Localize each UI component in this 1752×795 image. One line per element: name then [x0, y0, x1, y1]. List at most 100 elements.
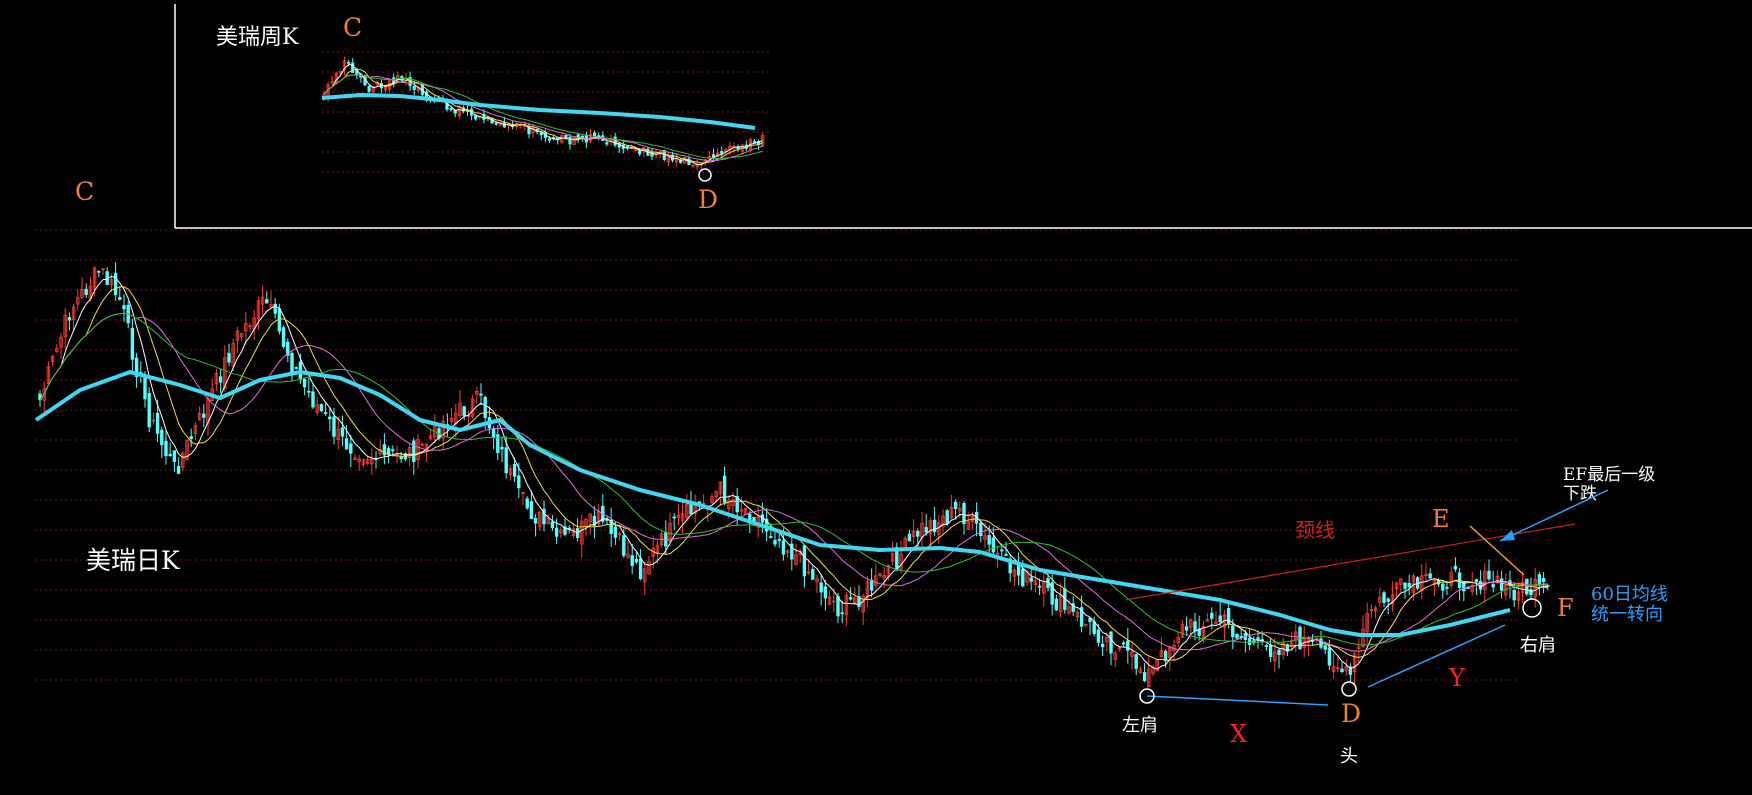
candle-down: [1210, 612, 1214, 619]
ma30-line: [39, 312, 1548, 646]
candle-down: [1126, 640, 1130, 651]
candle-down: [1029, 577, 1033, 582]
candle-down: [176, 466, 181, 474]
candle-down: [554, 527, 559, 537]
right-shoulder-marker: [1522, 598, 1542, 618]
candle-down: [97, 270, 101, 273]
candle-down: [307, 390, 311, 393]
candle-down: [1193, 621, 1197, 632]
x-label: X: [1230, 720, 1247, 748]
candle-down: [840, 612, 844, 615]
candle-down: [1277, 649, 1281, 655]
candle-down: [67, 316, 72, 321]
left-shoulder-label: 左肩: [1122, 715, 1158, 736]
candle-down: [1235, 633, 1239, 639]
candle-down: [168, 454, 172, 456]
candle-down: [953, 501, 958, 510]
candle-down: [987, 535, 991, 545]
candle-down: [1226, 608, 1231, 625]
candle-down: [1096, 629, 1101, 643]
candle-down: [517, 475, 521, 489]
candle-down: [512, 463, 517, 477]
candle-down: [265, 299, 269, 304]
candle-down: [1445, 586, 1449, 589]
candle-down: [907, 533, 912, 542]
candle-down: [1037, 585, 1042, 588]
candle-down: [122, 305, 126, 310]
candle-down: [349, 443, 353, 454]
candle-down: [412, 440, 416, 462]
candle-down: [1264, 645, 1269, 647]
candle-down: [500, 446, 504, 450]
candle-down: [118, 296, 122, 300]
candle-down: [1474, 579, 1479, 582]
candle-down: [1004, 554, 1008, 557]
head-point-label: D: [1341, 699, 1361, 728]
weekly-low-marker: [698, 168, 712, 182]
candle-down: [1499, 578, 1504, 591]
candle-down: [823, 586, 828, 599]
candle-down: [399, 456, 403, 460]
candle-down: [277, 308, 282, 332]
candle-down: [1092, 621, 1096, 634]
candle-down: [1327, 647, 1332, 666]
candle-down: [1407, 583, 1411, 588]
ma10-line: [39, 286, 1548, 661]
candle-down: [130, 327, 135, 360]
candle-down: [84, 288, 88, 295]
e-label: E: [1432, 505, 1450, 533]
candle-down: [1109, 631, 1113, 654]
candle-down: [991, 537, 996, 553]
candle-down: [689, 504, 693, 515]
candle-down: [1121, 642, 1126, 645]
candle-down: [491, 428, 496, 438]
candle-down: [781, 540, 786, 555]
candle-down: [622, 535, 626, 556]
ef-note-line1: EF最后一级: [1563, 465, 1655, 485]
candle-down: [1247, 638, 1252, 646]
candle-down: [281, 327, 286, 347]
weekly-title: 美瑞周K: [216, 25, 299, 50]
candle-down: [155, 413, 160, 434]
candle-down: [720, 151, 724, 154]
ef-arrow-head: [1500, 530, 1515, 541]
candle-down: [819, 582, 823, 593]
ma20-line: [39, 312, 1548, 652]
candle-down: [1529, 589, 1533, 595]
candle-down: [1441, 583, 1445, 591]
candle-down: [525, 498, 529, 509]
candle-down: [752, 141, 757, 143]
candle-down: [1134, 654, 1138, 669]
candle-down: [1453, 565, 1458, 570]
right-shoulder-label: 右肩: [1520, 635, 1556, 656]
ef-note-line2: 下跌: [1563, 484, 1597, 504]
candle-down: [634, 558, 639, 563]
ma-note-line2: 统一转向: [1591, 604, 1663, 625]
candle-down: [147, 392, 151, 428]
candle-down: [979, 522, 983, 537]
candle-down: [302, 378, 307, 388]
daily-candles: [38, 262, 1550, 688]
candle-down: [529, 501, 534, 520]
candle-down: [319, 404, 324, 412]
candle-down: [1323, 645, 1327, 650]
chart-canvas: 美瑞周K C D C 美瑞日K 颈线 左肩 头 右肩 D X Y E F EF最…: [34, 4, 1752, 767]
candle-down: [479, 393, 483, 396]
candle-down: [346, 61, 351, 64]
candle-down: [638, 150, 642, 155]
candle-down: [593, 132, 597, 137]
candle-down: [1231, 625, 1235, 638]
candle-down: [1054, 598, 1059, 611]
candle-down: [547, 138, 552, 141]
head-marker: [1341, 681, 1357, 697]
candle-down: [202, 413, 206, 418]
candle-down: [533, 517, 538, 524]
candle-down: [1541, 578, 1546, 583]
candle-down: [1382, 592, 1386, 603]
candle-down: [391, 449, 395, 452]
candle-down: [613, 526, 618, 538]
candle-down: [1512, 590, 1516, 601]
candle-down: [332, 416, 336, 437]
ma60-line: [34, 370, 1511, 637]
candle-down: [1268, 644, 1273, 658]
